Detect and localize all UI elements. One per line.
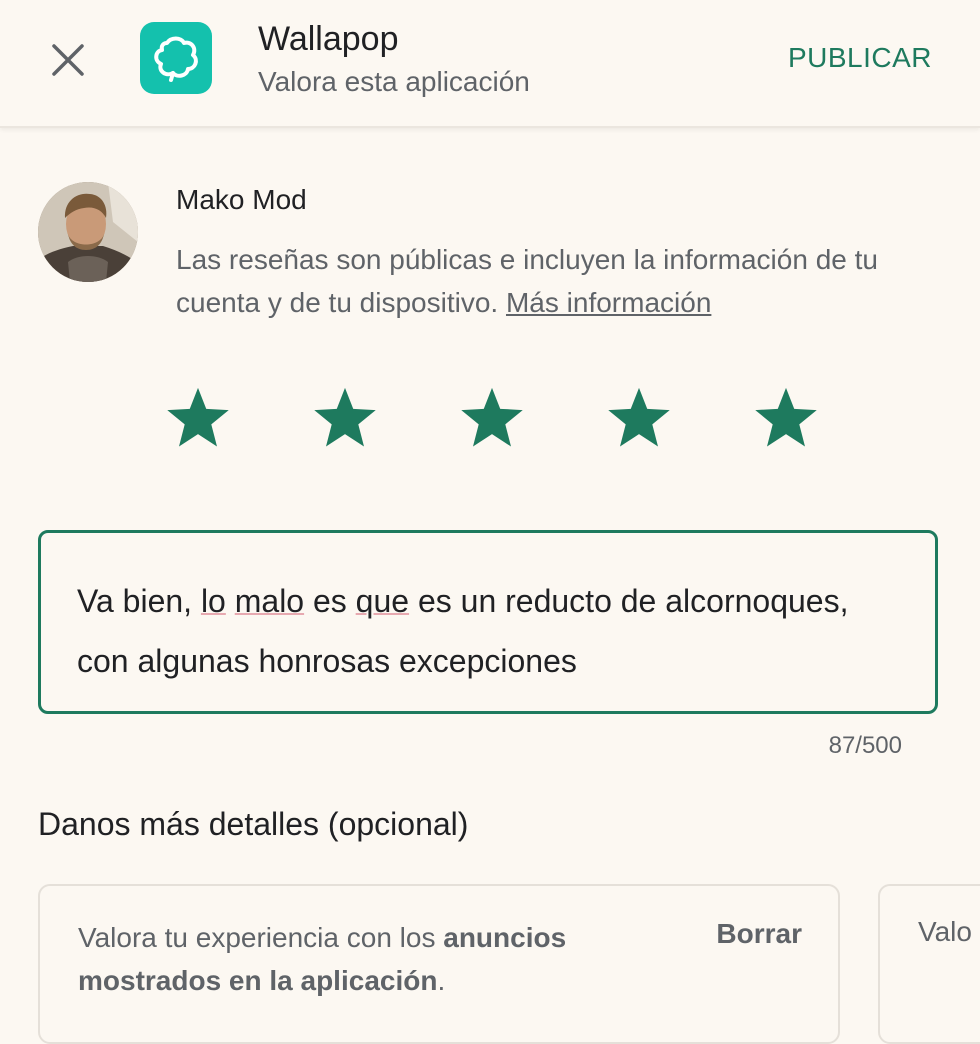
avatar — [38, 182, 138, 282]
review-text-part: Va bien, — [77, 583, 201, 619]
details-card-ads[interactable]: Valora tu experiencia con los anuncios m… — [38, 884, 840, 1044]
clear-button[interactable]: Borrar — [716, 918, 802, 950]
details-card-next[interactable]: Valo — [878, 884, 980, 1044]
card-question-text: Valora tu experiencia con los — [78, 922, 444, 953]
app-title: Wallapop — [258, 20, 399, 58]
more-info-link[interactable]: Más información — [506, 287, 711, 318]
details-section-title: Danos más detalles (opcional) — [38, 806, 469, 842]
publish-button[interactable]: PUBLICAR — [788, 42, 932, 74]
star-icon-5[interactable] — [748, 380, 824, 456]
star-rating — [160, 380, 824, 456]
wallapop-logo-icon — [140, 22, 212, 94]
review-disclaimer: Las reseñas son públicas e incluyen la i… — [176, 238, 896, 324]
character-counter: 87/500 — [828, 732, 902, 759]
review-text: Va bien, lo malo es que es un reducto de… — [77, 583, 848, 679]
close-icon — [52, 44, 84, 76]
review-text-field[interactable]: Va bien, lo malo es que es un reducto de… — [38, 530, 938, 714]
star-icon-3[interactable] — [454, 380, 530, 456]
card-question-end: . — [437, 965, 446, 996]
card-question-partial: Valo — [918, 916, 972, 947]
star-icon-1[interactable] — [160, 380, 236, 456]
top-app-bar: Wallapop Valora esta aplicación PUBLICAR — [0, 0, 980, 128]
review-text-part — [226, 583, 235, 619]
review-text-part: lo — [200, 583, 226, 619]
user-name: Mako Mod — [176, 184, 307, 215]
close-button[interactable] — [40, 32, 96, 88]
star-icon-4[interactable] — [601, 380, 677, 456]
review-text-part: que — [355, 583, 410, 619]
card-question: Valora tu experiencia con los anuncios m… — [78, 916, 638, 1002]
star-icon-2[interactable] — [307, 380, 383, 456]
review-text-part: es — [304, 583, 356, 619]
app-subtitle: Valora esta aplicación — [258, 66, 530, 97]
review-text-part: malo — [234, 583, 305, 619]
